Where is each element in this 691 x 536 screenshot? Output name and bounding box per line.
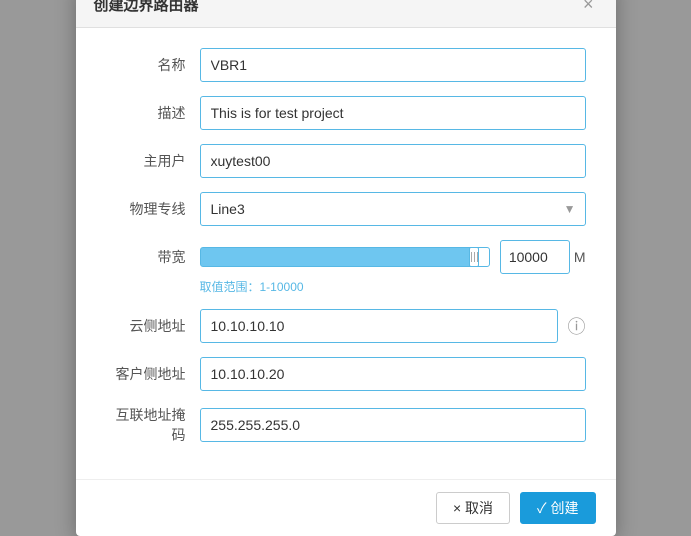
bandwidth-slider-track[interactable] [200, 247, 490, 267]
cancel-button[interactable]: × 取消 [436, 492, 510, 524]
user-row: 主用户 [106, 144, 586, 178]
user-label: 主用户 [106, 151, 186, 171]
create-button[interactable]: ✓ 创建 [520, 492, 595, 524]
create-vbr-dialog: 创建边界路由器 × 名称 描述 主用户 物理专线 Line3 Line1 Lin [76, 0, 616, 536]
close-button[interactable]: × [579, 0, 598, 13]
dialog-title: 创建边界路由器 [94, 0, 199, 15]
desc-input[interactable] [200, 96, 586, 130]
desc-row: 描述 [106, 96, 586, 130]
grip-line-3 [477, 252, 478, 262]
client-addr-label: 客户侧地址 [106, 364, 186, 384]
dialog-footer: × 取消 ✓ 创建 [76, 479, 616, 536]
bandwidth-hint: 取值范围：1-10000 [200, 278, 304, 295]
cloud-addr-input[interactable] [200, 309, 558, 343]
name-input[interactable] [200, 48, 586, 82]
grip-line-2 [474, 252, 475, 262]
client-addr-row: 客户侧地址 [106, 357, 586, 391]
subnet-input[interactable] [200, 408, 586, 442]
client-addr-input[interactable] [200, 357, 586, 391]
subnet-row: 互联地址掩码 [106, 405, 586, 445]
name-label: 名称 [106, 55, 186, 75]
bandwidth-slider-wrapper[interactable] [200, 240, 490, 274]
desc-label: 描述 [106, 103, 186, 123]
subnet-label: 互联地址掩码 [106, 405, 186, 445]
dialog-header: 创建边界路由器 × [76, 0, 616, 28]
slider-handle-grip [471, 252, 478, 262]
line-row: 物理专线 Line3 Line1 Line2 ▼ [106, 192, 586, 226]
bandwidth-slider-handle[interactable] [469, 247, 479, 267]
cloud-addr-row: 云侧地址 ⓘ [106, 309, 586, 343]
bandwidth-input-group: M [500, 240, 586, 274]
line-select-wrapper: Line3 Line1 Line2 ▼ [200, 192, 586, 226]
name-row: 名称 [106, 48, 586, 82]
bandwidth-label: 带宽 [106, 247, 186, 267]
line-select[interactable]: Line3 Line1 Line2 [200, 192, 586, 226]
bandwidth-row: 带宽 M [106, 240, 586, 274]
line-label: 物理专线 [106, 199, 186, 219]
grip-line-1 [471, 252, 472, 262]
bandwidth-input[interactable] [500, 240, 570, 274]
user-input[interactable] [200, 144, 586, 178]
dialog-body: 名称 描述 主用户 物理专线 Line3 Line1 Line2 ▼ [76, 28, 616, 479]
cloud-addr-label: 云侧地址 [106, 316, 186, 336]
bandwidth-hint-row: 取值范围：1-10000 [106, 278, 586, 295]
bandwidth-unit: M [574, 249, 586, 265]
help-icon[interactable]: ⓘ [568, 313, 586, 339]
